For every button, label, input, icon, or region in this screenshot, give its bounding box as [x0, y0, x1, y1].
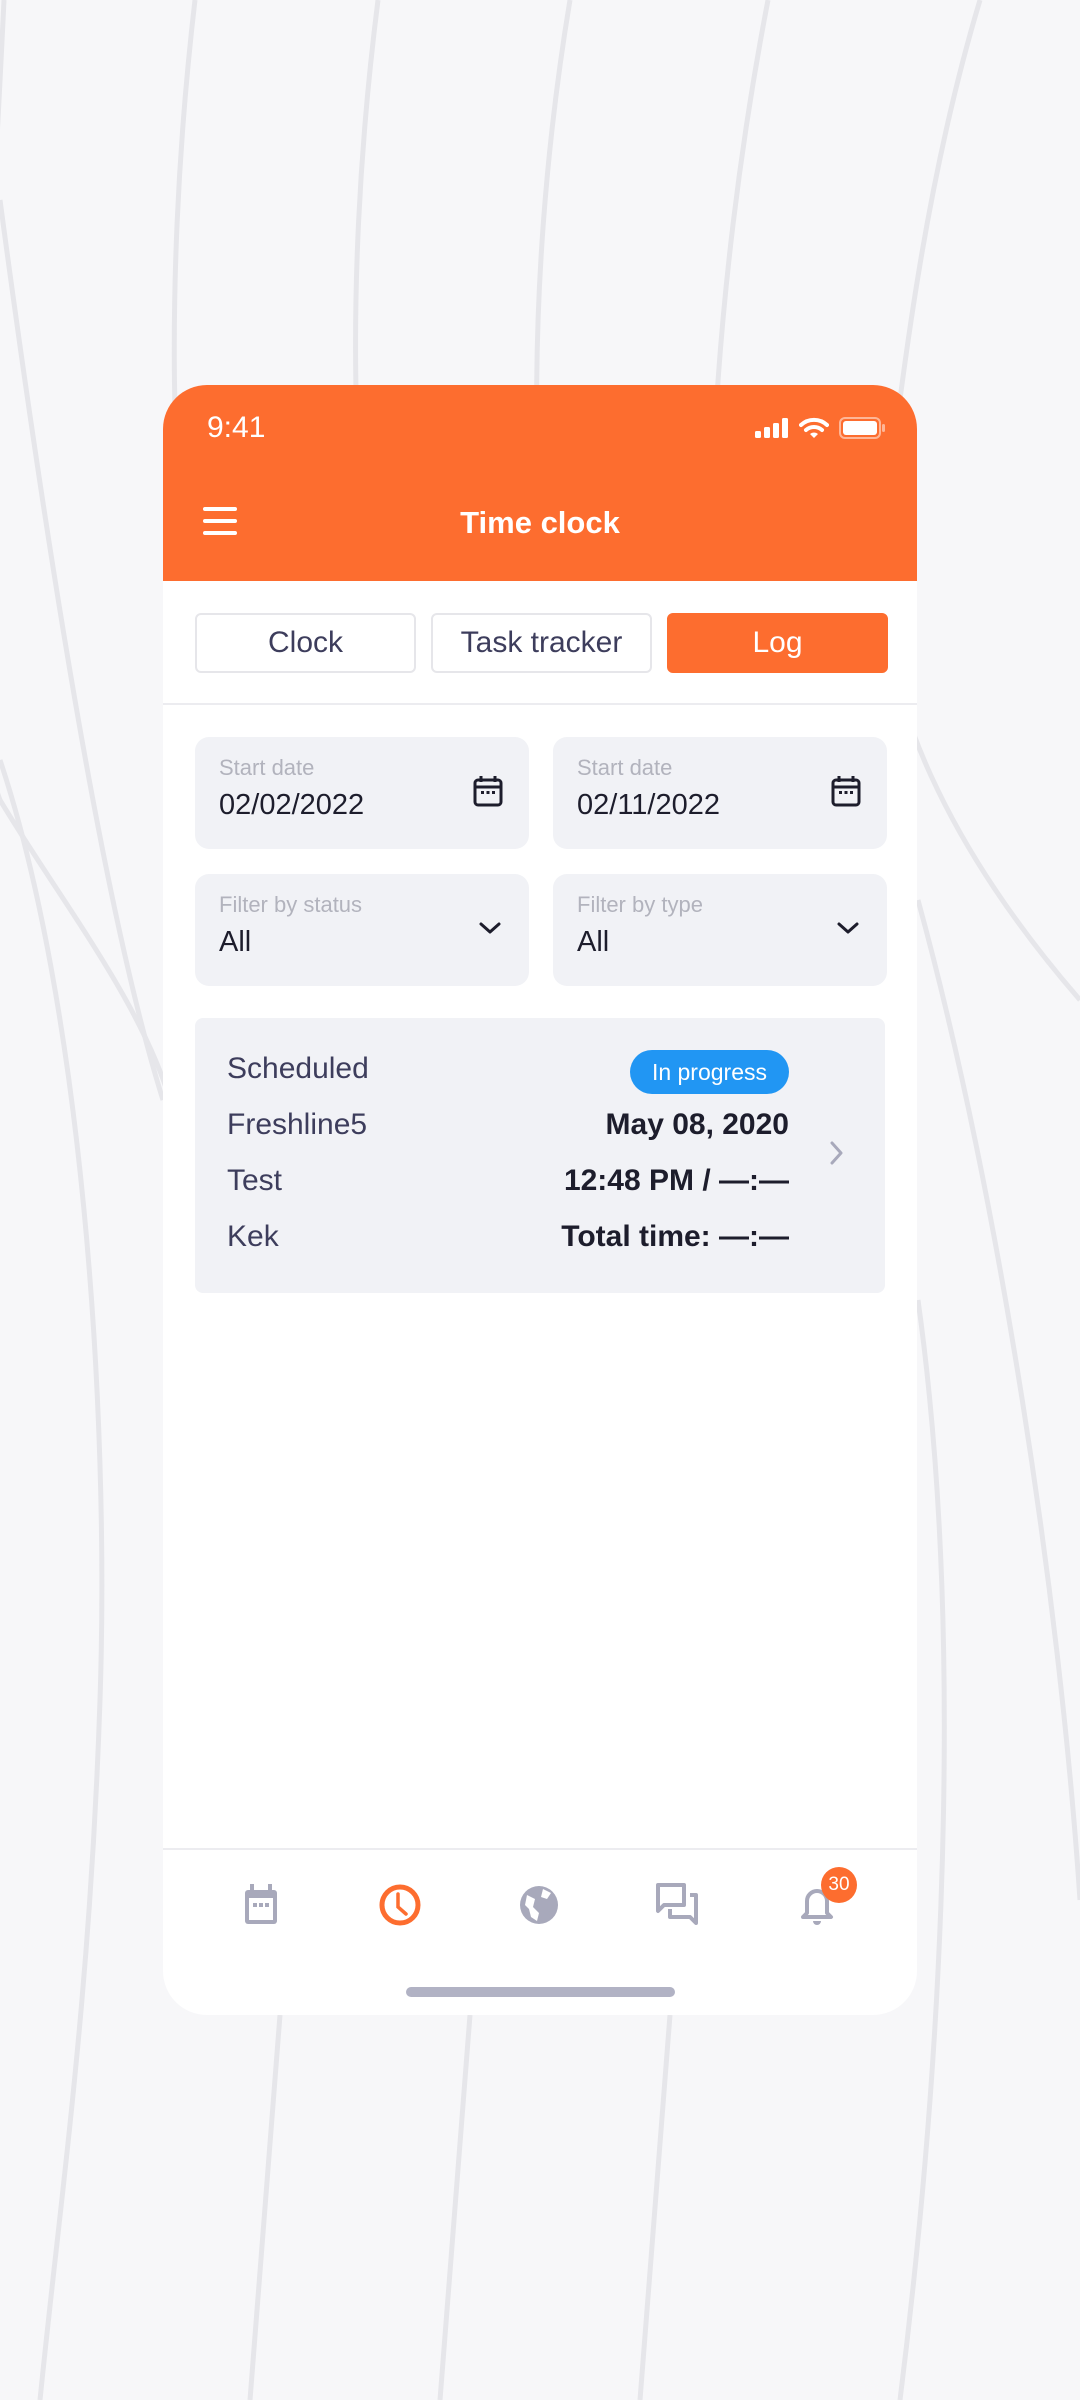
tabbar-divider — [163, 1848, 917, 1850]
phone-screen: 9:41 Time clock Clock Task tracker Log S… — [163, 385, 917, 2015]
page-title: Time clock — [460, 505, 620, 540]
status-icons — [755, 417, 885, 439]
tab-clock[interactable]: Clock — [195, 613, 416, 673]
battery-icon — [839, 417, 885, 439]
status-filter-value: All — [219, 926, 252, 958]
entry-location: Freshline5 — [227, 1108, 368, 1141]
calendar-icon[interactable] — [473, 775, 503, 807]
chevron-down-icon — [837, 922, 859, 934]
entry-total-time: Total time: —:— — [561, 1220, 789, 1253]
segmented-tabs: Clock Task tracker Log — [195, 613, 888, 673]
type-filter-select[interactable]: Filter by type All — [553, 874, 887, 986]
calendar-icon — [245, 1884, 277, 1924]
globe-icon — [520, 1886, 558, 1924]
tab-task-tracker[interactable]: Task tracker — [431, 613, 652, 673]
end-date-value: 02/11/2022 — [577, 789, 720, 821]
nav-time-clock[interactable] — [370, 1875, 430, 1935]
type-filter-value: All — [577, 926, 610, 958]
end-date-field[interactable]: Start date 02/11/2022 — [553, 737, 887, 849]
type-filter-label: Filter by type — [577, 892, 703, 917]
start-date-field[interactable]: Start date 02/02/2022 — [195, 737, 529, 849]
status-time: 9:41 — [207, 411, 266, 444]
nav-globe[interactable] — [509, 1875, 569, 1935]
notification-count-badge: 30 — [821, 1867, 857, 1903]
entry-task: Test — [227, 1164, 283, 1197]
status-filter-select[interactable]: Filter by status All — [195, 874, 529, 986]
home-indicator — [406, 1987, 675, 1997]
log-entry-card[interactable]: Scheduled Freshline5 Test Kek In progres… — [195, 1018, 885, 1293]
status-badge: In progress — [629, 1050, 789, 1094]
entry-note: Kek — [227, 1220, 279, 1253]
entry-schedule-type: Scheduled — [227, 1052, 369, 1085]
app-header: 9:41 Time clock — [163, 385, 917, 581]
start-date-label: Start date — [219, 755, 315, 780]
start-date-value: 02/02/2022 — [219, 789, 365, 821]
chevron-right-icon[interactable] — [829, 1140, 845, 1166]
signal-icon — [755, 418, 788, 438]
tabs-divider — [163, 703, 917, 705]
entry-date: May 08, 2020 — [605, 1108, 789, 1141]
chat-icon — [656, 1883, 698, 1925]
nav-calendar[interactable] — [231, 1875, 291, 1935]
bottom-navigation: 30 — [163, 1867, 917, 1945]
wifi-icon — [799, 417, 829, 438]
nav-notifications[interactable]: 30 — [787, 1867, 857, 1935]
end-date-label: Start date — [577, 755, 673, 780]
tab-log[interactable]: Log — [667, 613, 888, 673]
entry-time-range: 12:48 PM / —:— — [563, 1164, 789, 1197]
calendar-icon[interactable] — [831, 775, 861, 807]
clock-icon — [379, 1884, 421, 1926]
status-filter-label: Filter by status — [219, 892, 363, 917]
chevron-down-icon — [479, 922, 501, 934]
nav-chat[interactable] — [648, 1875, 708, 1935]
